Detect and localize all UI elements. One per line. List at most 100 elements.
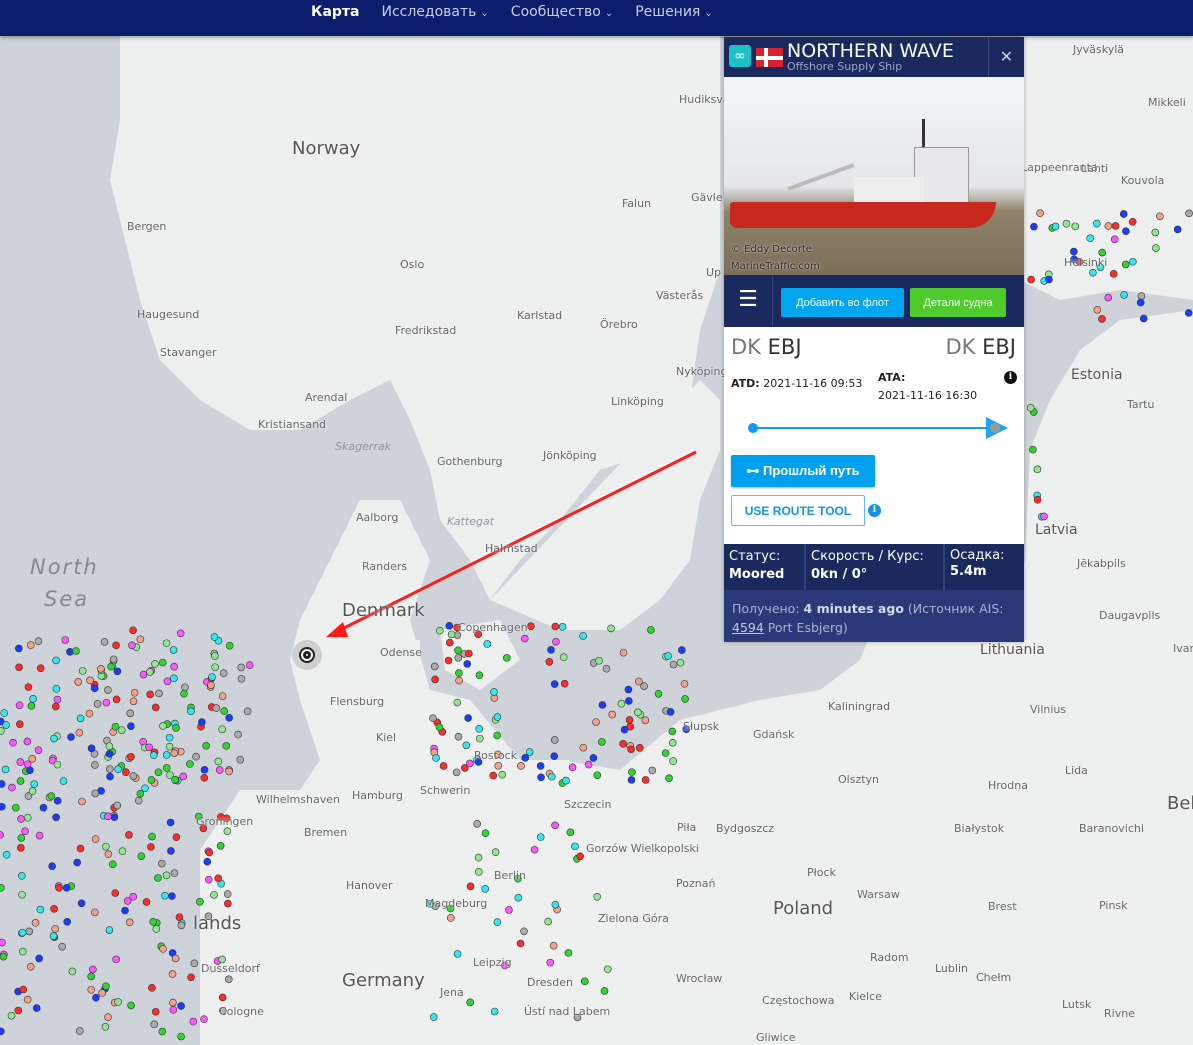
vessel-marker[interactable] [593, 771, 602, 780]
vessel-marker[interactable] [1156, 212, 1164, 221]
vessel-marker[interactable] [90, 684, 99, 693]
vessel-marker[interactable] [544, 917, 552, 926]
vessel-marker[interactable] [39, 803, 48, 812]
vessel-marker[interactable] [134, 796, 143, 805]
vessel-marker[interactable] [141, 784, 149, 793]
vessel-marker[interactable] [100, 638, 109, 646]
vessel-marker[interactable] [49, 932, 58, 940]
vessel-marker[interactable] [106, 772, 114, 781]
vessel-marker[interactable] [490, 688, 498, 696]
vessel-marker[interactable] [1033, 495, 1042, 504]
vessel-marker[interactable] [607, 624, 615, 633]
vessel-marker[interactable] [1098, 248, 1106, 257]
vessel-marker[interactable] [624, 685, 633, 694]
vessel-marker[interactable] [431, 675, 439, 684]
vessel-marker[interactable] [475, 734, 484, 743]
vessel-marker[interactable] [549, 941, 558, 950]
vessel-marker[interactable] [105, 750, 114, 758]
vessel-marker[interactable] [112, 695, 121, 704]
vessel-marker[interactable] [668, 727, 677, 736]
vessel-marker[interactable] [634, 708, 642, 717]
vessel-marker[interactable] [1185, 209, 1193, 218]
vessel-marker[interactable] [148, 984, 156, 992]
vessel-marker[interactable] [179, 772, 188, 781]
vessel-marker[interactable] [117, 726, 126, 734]
vessel-marker[interactable] [474, 853, 483, 862]
vessel-marker[interactable] [1036, 209, 1044, 218]
vessel-marker[interactable] [525, 748, 534, 756]
vessel-marker[interactable] [16, 758, 25, 766]
vessel-marker[interactable] [8, 783, 16, 792]
vessel-marker[interactable] [212, 704, 221, 712]
arrival-port[interactable]: DK EBJ [945, 335, 1016, 359]
vessel-marker[interactable] [137, 852, 146, 860]
vessel-marker[interactable] [148, 832, 156, 841]
vessel-marker[interactable] [489, 771, 498, 780]
vessel-marker[interactable] [14, 1006, 23, 1015]
vessel-marker[interactable] [24, 683, 33, 691]
vessel-marker[interactable] [102, 842, 110, 851]
vessel-marker[interactable] [19, 985, 28, 994]
vessel-marker[interactable] [104, 1013, 112, 1021]
vessel-marker[interactable] [536, 762, 545, 770]
nav-item-map[interactable]: Карта [311, 4, 359, 20]
vessel-marker[interactable] [600, 987, 609, 995]
vessel-marker[interactable] [1098, 315, 1106, 323]
vessel-marker[interactable] [162, 751, 171, 759]
vessel-marker[interactable] [0, 709, 8, 717]
departure-port[interactable]: DK EBJ [731, 335, 802, 359]
vessel-marker[interactable] [165, 733, 174, 742]
vessel-marker[interactable] [551, 622, 560, 631]
vessel-marker[interactable] [200, 1015, 208, 1023]
vessel-marker[interactable] [136, 635, 145, 644]
vessel-marker[interactable] [68, 967, 77, 976]
vessel-marker[interactable] [92, 993, 100, 1002]
vessel-marker[interactable] [237, 674, 246, 683]
vessel-marker[interactable] [676, 658, 685, 667]
vessel-marker[interactable] [1137, 292, 1146, 300]
vessel-marker[interactable] [1128, 218, 1137, 226]
vessel-marker[interactable] [1129, 257, 1137, 266]
vessel-marker[interactable] [205, 848, 214, 857]
vessel-marker[interactable] [149, 918, 157, 926]
vessel-marker[interactable] [114, 765, 122, 774]
vessel-marker[interactable] [189, 1017, 198, 1026]
vessel-marker[interactable] [514, 893, 523, 902]
vessel-marker[interactable] [641, 776, 650, 784]
vessel-marker[interactable] [627, 745, 635, 754]
vessel-marker[interactable] [55, 883, 63, 892]
vessel-marker[interactable] [180, 689, 188, 698]
vessel-marker[interactable] [111, 722, 120, 731]
vessel-marker[interactable] [172, 833, 181, 842]
route-tool-button[interactable]: USE ROUTE TOOL [731, 495, 865, 526]
vessel-marker[interactable] [432, 754, 440, 762]
vessel-marker[interactable] [110, 813, 119, 822]
vessel-marker[interactable] [444, 656, 453, 665]
vessel-marker[interactable] [17, 872, 26, 880]
vessel-marker[interactable] [111, 889, 120, 897]
vessel-marker[interactable] [154, 874, 162, 882]
vessel-marker[interactable] [162, 871, 171, 880]
vessel-marker[interactable] [32, 1004, 41, 1012]
vessel-marker[interactable] [551, 900, 560, 909]
vessel-marker[interactable] [52, 656, 60, 665]
vessel-marker[interactable] [635, 744, 644, 752]
vessel-marker[interactable] [1173, 225, 1182, 234]
vessel-marker[interactable] [181, 683, 189, 692]
vessel-marker[interactable] [493, 731, 501, 740]
vessel-marker[interactable] [475, 725, 484, 733]
vessel-marker[interactable] [0, 802, 6, 811]
nav-item-community[interactable]: Сообщество ⌄ [511, 4, 613, 20]
vessel-marker[interactable] [654, 689, 663, 698]
vessel-marker[interactable] [566, 828, 575, 837]
vessel-marker[interactable] [669, 757, 677, 765]
vessel-name[interactable]: NORTHERN WAVE [787, 40, 954, 62]
vessel-marker[interactable] [149, 751, 158, 760]
vessel-marker[interactable] [466, 998, 474, 1007]
vessel-marker[interactable] [1070, 247, 1078, 256]
vessel-marker[interactable] [462, 741, 471, 750]
vessel-marker[interactable] [202, 741, 210, 750]
vessel-marker[interactable] [155, 689, 163, 698]
vessel-marker[interactable] [9, 738, 17, 747]
vessel-marker[interactable] [439, 762, 448, 770]
